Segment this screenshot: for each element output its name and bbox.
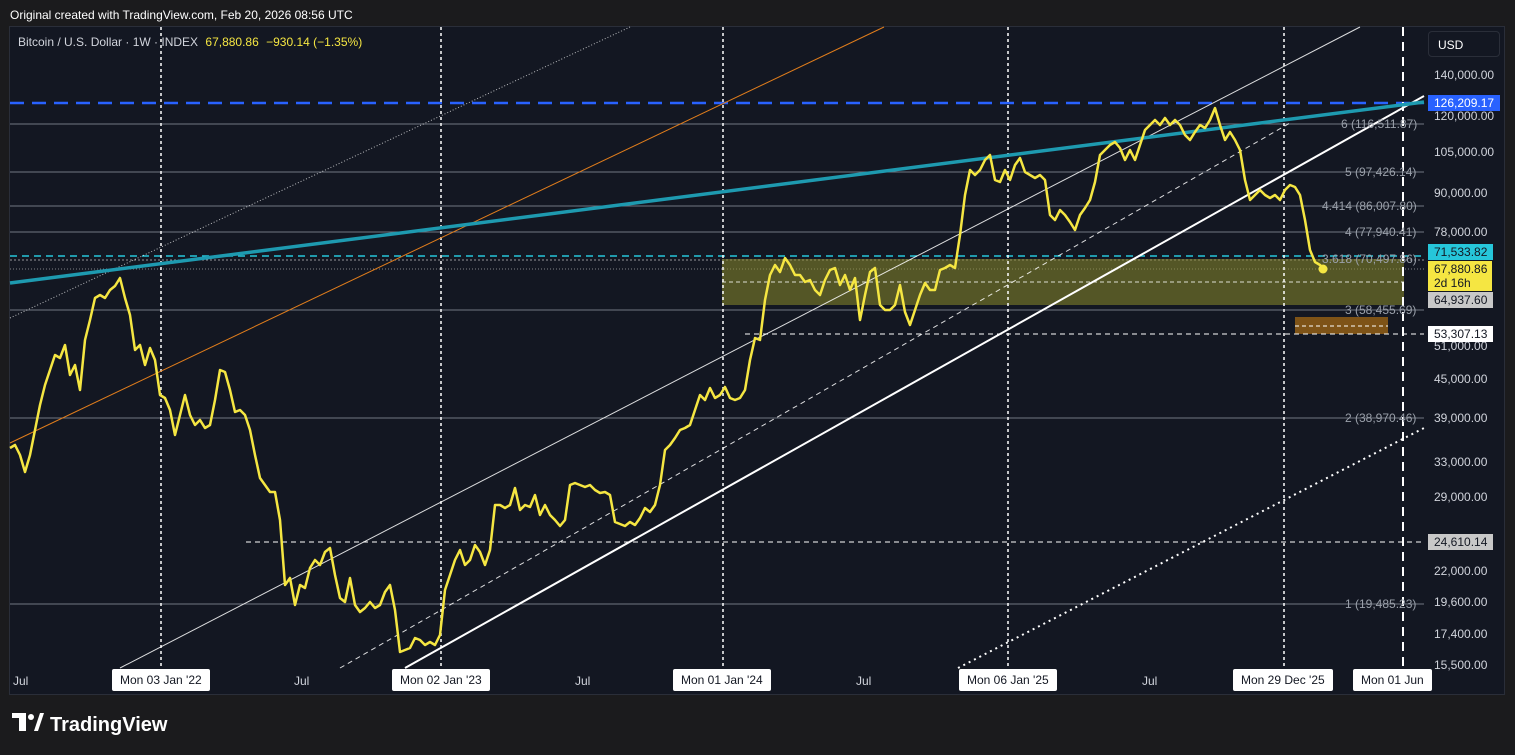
y-label: 140,000.00 xyxy=(1434,68,1495,82)
fib-label-4414: 4.414 (86,007.80) xyxy=(1322,199,1417,213)
channel-top xyxy=(119,26,1361,669)
channel-lower-dotted xyxy=(957,427,1425,669)
fib-label-5: 5 (97,426.14) xyxy=(1345,165,1417,179)
y-label: 17,400.00 xyxy=(1434,627,1488,641)
y-label: 90,000.00 xyxy=(1434,186,1488,200)
price-tag-cyan: 71,533.82 xyxy=(1428,244,1494,260)
channel-mid xyxy=(339,122,1291,669)
y-label: 15,500.00 xyxy=(1434,658,1488,672)
price-tag-gray1: 64,937.60 xyxy=(1428,292,1494,308)
y-label: 39,000.00 xyxy=(1434,411,1488,425)
y-label: 45,000.00 xyxy=(1434,372,1488,386)
bar-countdown: 2d 16h xyxy=(1434,276,1471,290)
symbol-legend[interactable]: Bitcoin / U.S. Dollar · 1W · INDEX 67,88… xyxy=(18,35,362,49)
x-tag-2023: Mon 02 Jan '23 xyxy=(392,669,490,691)
fib-label-2: 2 (38,970.46) xyxy=(1345,411,1417,425)
legend-price: 67,880.86 xyxy=(205,35,259,49)
price-tag-ath: 126,209.17 xyxy=(1428,95,1501,111)
fib-label-3: 3 (58,455.69) xyxy=(1345,303,1417,317)
x-tag-2024: Mon 01 Jan '24 xyxy=(673,669,771,691)
y-label: 105,000.00 xyxy=(1434,145,1495,159)
price-tag-white1: 53,307.13 xyxy=(1428,326,1494,342)
price-chart[interactable] xyxy=(0,0,1515,755)
fib-label-1: 1 (19,485.23) xyxy=(1345,597,1417,611)
price-tag-gray2: 24,610.14 xyxy=(1428,534,1494,550)
fib-label-3618: 3.618 (70,497.86) xyxy=(1322,252,1417,266)
symbol-description[interactable]: Bitcoin / U.S. Dollar · 1W · INDEX xyxy=(18,35,198,49)
tradingview-logo[interactable]: TradingView xyxy=(12,711,167,739)
x-tag-2025: Mon 06 Jan '25 xyxy=(959,669,1057,691)
currency-selector[interactable]: USD xyxy=(1428,31,1500,57)
x-label-jul: Jul xyxy=(1142,674,1158,688)
x-label-jul: Jul xyxy=(575,674,591,688)
orange-trendline xyxy=(9,26,885,444)
x-label-jul: Jul xyxy=(294,674,310,688)
tradingview-brand-text: TradingView xyxy=(50,713,168,736)
fib-label-6: 6 (116,511.87) xyxy=(1341,117,1418,131)
tradingview-logo-icon xyxy=(12,713,44,737)
y-label: 22,000.00 xyxy=(1434,564,1488,578)
y-label: 29,000.00 xyxy=(1434,490,1488,504)
x-tag-jun: Mon 01 Jun xyxy=(1353,669,1432,691)
legend-change: −930.14 (−1.35%) xyxy=(266,35,363,49)
y-label: 19,600.00 xyxy=(1434,595,1488,609)
x-label-jul: Jul xyxy=(856,674,872,688)
last-price-value: 67,880.86 xyxy=(1434,262,1488,276)
x-label-jul: Jul xyxy=(13,674,29,688)
price-tag-last: 67,880.86 2d 16h xyxy=(1428,261,1492,291)
y-label: 78,000.00 xyxy=(1434,225,1488,239)
y-label: 120,000.00 xyxy=(1434,109,1495,123)
x-tag-2022: Mon 03 Jan '22 xyxy=(112,669,210,691)
x-tag-dec-2025: Mon 29 Dec '25 xyxy=(1233,669,1333,691)
fib-label-4: 4 (77,940.41) xyxy=(1345,225,1417,239)
price-line xyxy=(9,106,1324,654)
y-label: 33,000.00 xyxy=(1434,455,1488,469)
